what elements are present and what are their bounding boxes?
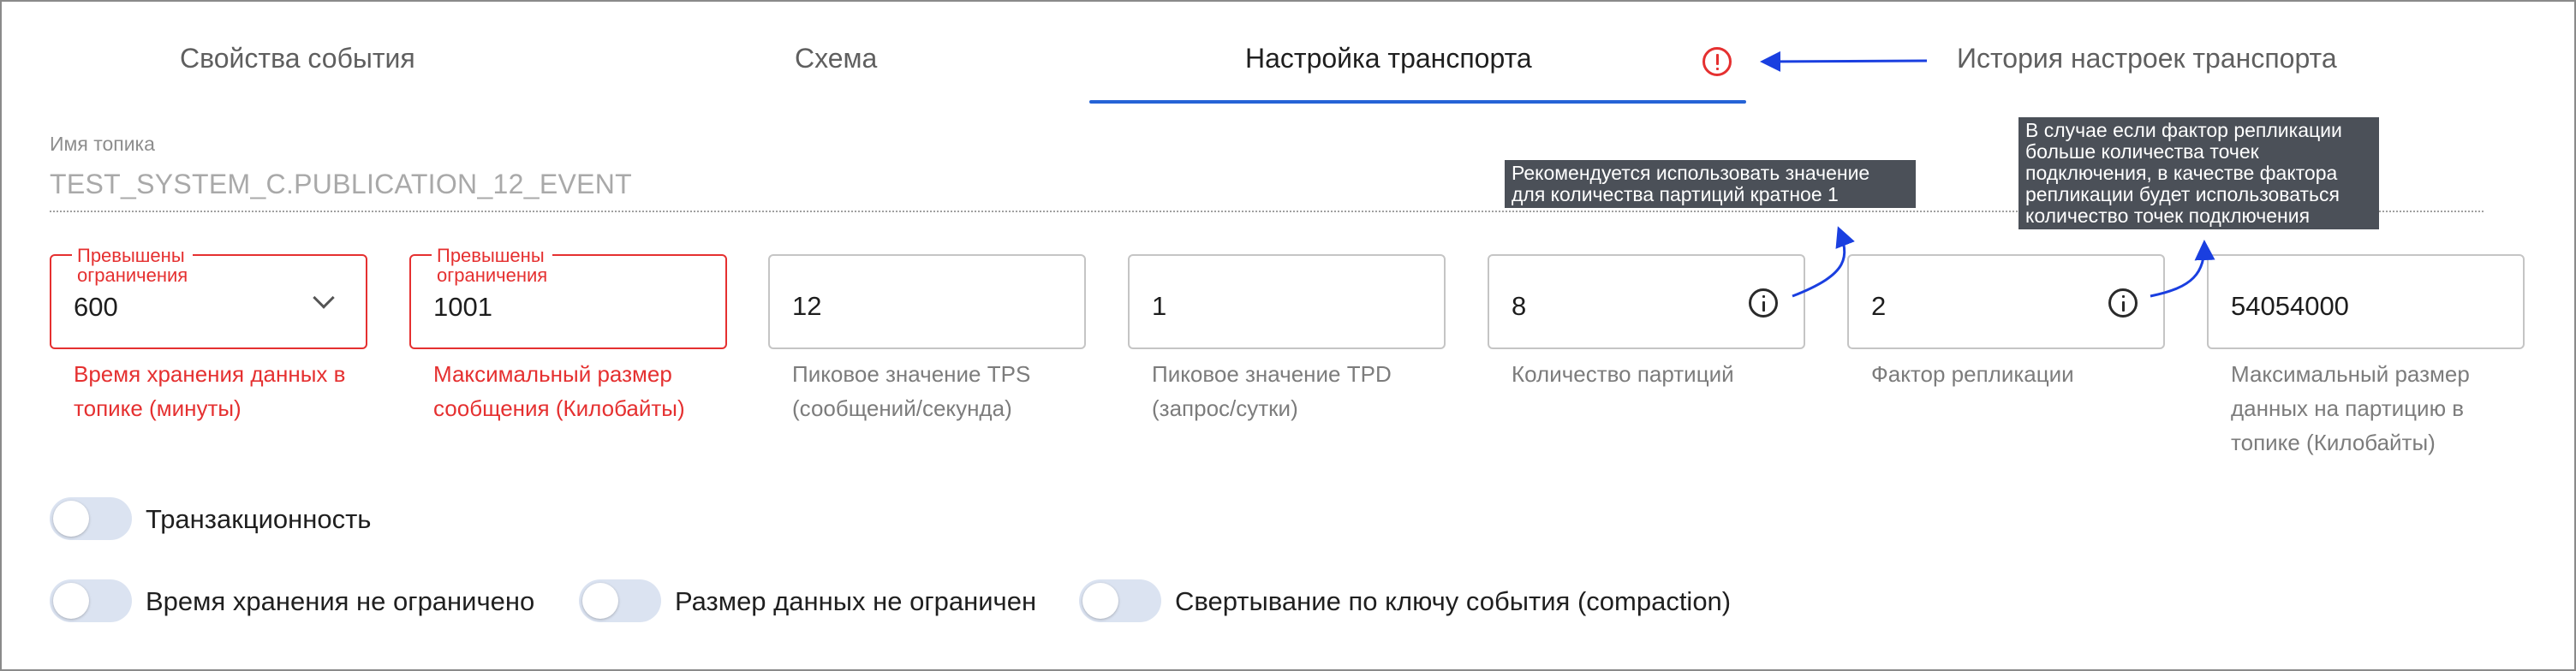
tab-transport-settings[interactable]: Настройка транспорта: [1245, 43, 1532, 74]
unlimited-retention-toggle-label: Время хранения не ограничено: [146, 586, 535, 616]
max-message-size-value: 1001: [433, 292, 492, 322]
unlimited-size-toggle-label: Размер данных не ограничен: [675, 586, 1037, 616]
warning-icon: [1702, 47, 1732, 76]
peak-tps-input[interactable]: 12: [768, 254, 1086, 349]
info-icon[interactable]: [2108, 288, 2138, 318]
replication-factor-value: 2: [1871, 291, 1887, 321]
replication-factor-input[interactable]: 2: [1847, 254, 2165, 349]
partitions-count-value: 8: [1512, 291, 1527, 321]
max-message-size-help: Максимальный размер сообщения (Килобайты…: [433, 361, 685, 421]
peak-tps-help: Пиковое значение TPS (сообщений/секунда): [792, 361, 1031, 421]
info-icon[interactable]: [1749, 288, 1778, 318]
topic-name-value: TEST_SYSTEM_C.PUBLICATION_12_EVENT: [50, 169, 633, 199]
retention-time-help: Время хранения данных в топике (минуты): [74, 361, 346, 421]
transactional-toggle-label: Транзакционность: [146, 504, 372, 534]
retention-time-value: 600: [74, 292, 118, 322]
compaction-toggle-label: Свертывание по ключу события (compaction…: [1175, 586, 1732, 616]
chevron-down-icon[interactable]: [313, 287, 335, 309]
topic-name-label: Имя топика: [50, 133, 155, 155]
partitions-tooltip: Рекомендуется использовать значение для …: [1505, 160, 1916, 208]
peak-tpd-help: Пиковое значение TPD (запрос/сутки): [1152, 361, 1392, 421]
peak-tps-value: 12: [792, 291, 822, 321]
replication-tooltip: В случае если фактор репликации больше к…: [2018, 117, 2379, 229]
partitions-count-input[interactable]: 8: [1488, 254, 1805, 349]
field-error-legend: Превышены ограничения: [432, 246, 553, 285]
field-error-legend: Превышены ограничения: [72, 246, 194, 285]
max-partition-size-help: Максимальный размер данных на партицию в…: [2231, 361, 2470, 455]
unlimited-retention-toggle[interactable]: [50, 579, 132, 622]
replication-factor-help: Фактор репликации: [1871, 361, 2074, 387]
tab-schema[interactable]: Схема: [795, 43, 877, 74]
transactional-toggle[interactable]: [50, 497, 132, 540]
partitions-count-help: Количество партиций: [1512, 361, 1734, 387]
max-partition-size-input[interactable]: 54054000: [2207, 254, 2525, 349]
unlimited-size-toggle[interactable]: [579, 579, 661, 622]
max-partition-size-value: 54054000: [2231, 291, 2349, 321]
peak-tpd-input[interactable]: 1: [1128, 254, 1446, 349]
retention-time-select[interactable]: Превышены ограничения 600: [50, 246, 367, 349]
active-tab-indicator: [1089, 100, 1746, 104]
max-message-size-input[interactable]: Превышены ограничения 1001: [409, 246, 727, 349]
peak-tpd-value: 1: [1152, 291, 1167, 321]
compaction-toggle[interactable]: [1079, 579, 1161, 622]
tab-event-properties[interactable]: Свойства события: [180, 43, 415, 74]
tab-transport-history[interactable]: История настроек транспорта: [1957, 43, 2337, 74]
